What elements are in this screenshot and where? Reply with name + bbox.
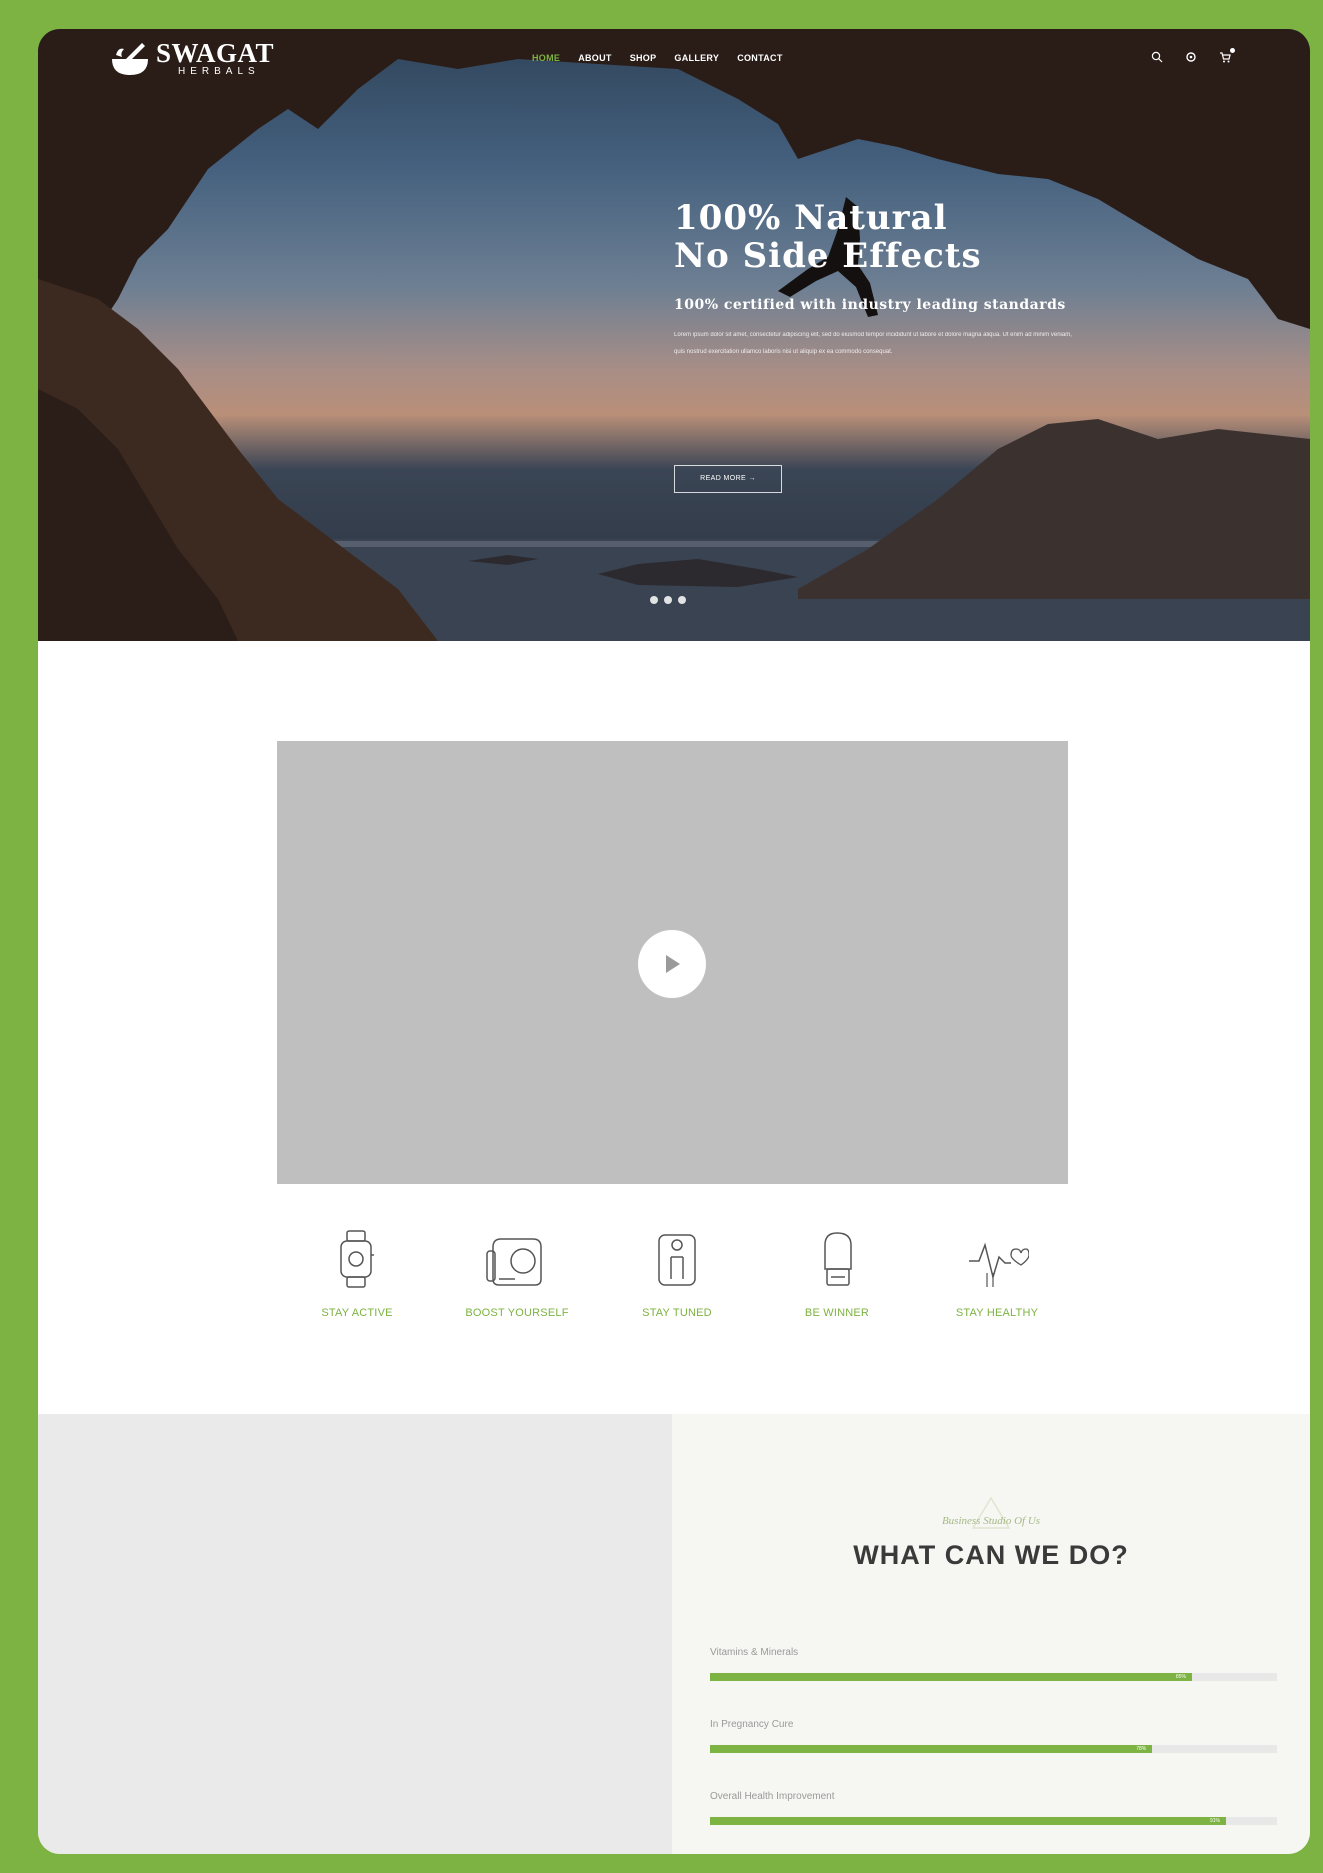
skill-label: In Pregnancy Cure <box>710 1719 794 1730</box>
smartwatch-icon <box>340 1230 374 1288</box>
section-kicker: Business Studio Of Us <box>941 1515 1041 1527</box>
skill-bar: Vitamins & Minerals 85% <box>710 1647 1277 1681</box>
slider-dots <box>650 596 686 604</box>
skill-label: Overall Health Improvement <box>710 1791 835 1802</box>
skill-track: 85% <box>710 1673 1277 1681</box>
hero-title-line-1: 100% Natural <box>674 198 948 238</box>
read-more-button[interactable]: READ MORE → <box>674 465 782 493</box>
nav-item-about[interactable]: ABOUT <box>578 53 612 63</box>
boxing-glove-icon <box>824 1232 852 1286</box>
skill-fill: 85% <box>710 1673 1192 1681</box>
features-row: STAY ACTIVE BOOST YOURSELF STAY TUNED BE… <box>38 1229 1310 1359</box>
feature-label: STAY ACTIVE <box>321 1307 393 1319</box>
slider-dot-2[interactable] <box>664 596 672 604</box>
section-title: WHAT CAN WE DO? <box>853 1540 1129 1570</box>
nav-item-shop[interactable]: SHOP <box>630 53 657 63</box>
feature-stay-active: STAY ACTIVE <box>277 1229 437 1319</box>
header-icons <box>1150 48 1235 65</box>
feature-label: BE WINNER <box>804 1307 870 1319</box>
scale-icon <box>486 1238 542 1286</box>
feature-stay-tuned: STAY TUNED <box>597 1229 757 1319</box>
hero-title-line-2: No Side Effects <box>674 236 982 276</box>
feature-stay-healthy: STAY HEALTHY <box>917 1229 1077 1319</box>
skill-percent: 85% <box>1175 1674 1186 1680</box>
cart-icon[interactable] <box>1218 48 1235 65</box>
slider-dot-1[interactable] <box>650 596 658 604</box>
main-menu: HOME ABOUT SHOP GALLERY CONTACT <box>532 53 783 63</box>
brand-logo[interactable]: SWAGAT HERBALS <box>108 39 274 79</box>
skill-track: 91% <box>710 1817 1277 1825</box>
mortar-pestle-icon <box>112 43 148 75</box>
image-placeholder <box>38 1414 672 1854</box>
top-navigation: SWAGAT HERBALS HOME ABOUT SHOP GALLERY C… <box>38 29 1310 99</box>
search-icon[interactable] <box>1150 51 1164 65</box>
video-player[interactable] <box>277 741 1068 1184</box>
nav-item-contact[interactable]: CONTACT <box>737 53 782 63</box>
feature-label: STAY HEALTHY <box>955 1307 1039 1319</box>
hero-body-text: Lorem ipsum dolor sit amet, consectetur … <box>674 332 1072 355</box>
page: SWAGAT HERBALS HOME ABOUT SHOP GALLERY C… <box>38 29 1310 1854</box>
skill-fill: 91% <box>710 1817 1226 1825</box>
skill-bar: In Pregnancy Cure 78% <box>710 1719 1277 1753</box>
play-icon[interactable] <box>638 930 706 998</box>
feature-label: STAY TUNED <box>642 1307 712 1319</box>
skill-label: Vitamins & Minerals <box>710 1647 799 1658</box>
hero-subtitle: 100% certified with industry leading sta… <box>674 297 1066 313</box>
brand-tagline: HERBALS <box>178 66 260 77</box>
skill-percent: 91% <box>1209 1818 1220 1824</box>
cart-badge <box>1230 48 1235 53</box>
skill-percent: 78% <box>1136 1746 1147 1752</box>
slider-dot-3[interactable] <box>678 596 686 604</box>
heartbeat-icon <box>969 1242 1029 1287</box>
hero-title: 100% Natural No Side Effects <box>674 199 1094 275</box>
feature-boost-yourself: BOOST YOURSELF <box>437 1229 597 1319</box>
skill-track: 78% <box>710 1745 1277 1753</box>
nav-item-gallery[interactable]: GALLERY <box>674 53 719 63</box>
body-scale-icon <box>658 1234 696 1286</box>
skill-fill: 78% <box>710 1745 1153 1753</box>
hero-slider: SWAGAT HERBALS HOME ABOUT SHOP GALLERY C… <box>38 29 1310 641</box>
brand-name: SWAGAT <box>156 38 275 68</box>
what-we-do-section: Business Studio Of Us WHAT CAN WE DO? Vi… <box>672 1414 1310 1854</box>
nav-item-home[interactable]: HOME <box>532 53 560 63</box>
feature-be-winner: BE WINNER <box>757 1229 917 1319</box>
hero-content: 100% Natural No Side Effects 100% certif… <box>674 199 1094 493</box>
feature-label: BOOST YOURSELF <box>465 1307 569 1319</box>
gear-icon[interactable] <box>1184 51 1198 65</box>
skill-bar: Overall Health Improvement 91% <box>710 1791 1277 1825</box>
